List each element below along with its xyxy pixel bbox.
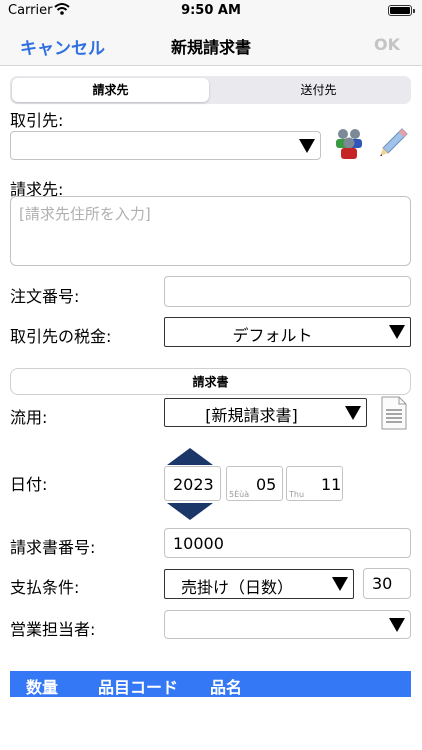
- payment-days-value: 30: [372, 574, 393, 593]
- payment-terms-select[interactable]: 売掛け（日数）: [164, 569, 354, 599]
- invoice-number-value: 10000: [173, 534, 224, 553]
- page-title: 新規請求書: [170, 38, 251, 57]
- customer-label: 取引先:: [10, 111, 64, 130]
- dropdown-arrow-icon: [332, 577, 348, 591]
- chevron-up-icon[interactable]: [167, 448, 213, 465]
- status-time: 9:50 AM: [181, 3, 241, 18]
- customer-tax-value: デフォルト: [232, 326, 313, 345]
- chevron-down-icon[interactable]: [167, 503, 213, 520]
- invoice-number-input[interactable]: 10000: [164, 528, 411, 558]
- customer-tax-label: 取引先の税金:: [10, 327, 112, 346]
- bill-to-address-input[interactable]: [請求先住所を入力]: [10, 196, 411, 266]
- bill-to-placeholder: [請求先住所を入力]: [19, 205, 151, 223]
- date-label: 日付:: [10, 475, 48, 494]
- payment-days-input[interactable]: 30: [363, 568, 411, 599]
- invoice-number-label: 請求書番号:: [10, 538, 96, 557]
- reuse-select[interactable]: [新規請求書]: [164, 398, 367, 427]
- dropdown-arrow-icon: [389, 325, 405, 339]
- month-value: 05: [256, 475, 277, 494]
- address-segmented-control: 請求先 送付先: [10, 76, 411, 104]
- reuse-label: 流用:: [10, 408, 48, 427]
- line-items-header: 数量 品目コード 品名: [10, 671, 411, 697]
- day-value: 11: [321, 475, 342, 494]
- year-field[interactable]: 2023: [164, 466, 221, 501]
- segment-bill-to[interactable]: 請求先: [12, 78, 209, 102]
- payment-terms-value: 売掛け（日数）: [181, 578, 294, 597]
- year-value: 2023: [173, 475, 214, 494]
- customer-tax-select[interactable]: デフォルト: [164, 317, 411, 347]
- month-sublabel: 5Èùà: [229, 490, 250, 499]
- payment-terms-label: 支払条件:: [10, 578, 80, 597]
- pencil-icon[interactable]: [376, 126, 410, 164]
- document-icon[interactable]: [380, 396, 408, 434]
- day-field[interactable]: 11 Thu: [286, 466, 343, 501]
- invoice-section-button[interactable]: 請求書: [10, 368, 411, 395]
- dropdown-arrow-icon: [345, 406, 361, 420]
- sales-rep-label: 営業担当者:: [10, 620, 96, 639]
- column-header-quantity[interactable]: 数量: [26, 674, 58, 698]
- month-field[interactable]: 05 5Èùà: [226, 466, 283, 501]
- navigation-bar: キャンセル 新規請求書 OK: [0, 22, 422, 66]
- battery-icon: [388, 5, 415, 16]
- column-header-item-name[interactable]: 品名: [210, 674, 242, 698]
- order-number-label: 注文番号:: [10, 287, 80, 306]
- order-number-input[interactable]: [164, 276, 411, 307]
- day-sublabel: Thu: [289, 490, 305, 499]
- dropdown-arrow-icon: [299, 139, 315, 153]
- segment-ship-to[interactable]: 送付先: [220, 78, 417, 102]
- column-header-item-code[interactable]: 品目コード: [98, 674, 178, 698]
- status-bar: Carrier 9:50 AM: [0, 0, 422, 22]
- customer-select[interactable]: [10, 131, 321, 160]
- dropdown-arrow-icon: [389, 618, 405, 632]
- ok-button[interactable]: OK: [374, 35, 400, 54]
- reuse-value: [新規請求書]: [205, 406, 298, 425]
- contacts-icon[interactable]: [331, 125, 367, 165]
- sales-rep-select[interactable]: [164, 610, 411, 639]
